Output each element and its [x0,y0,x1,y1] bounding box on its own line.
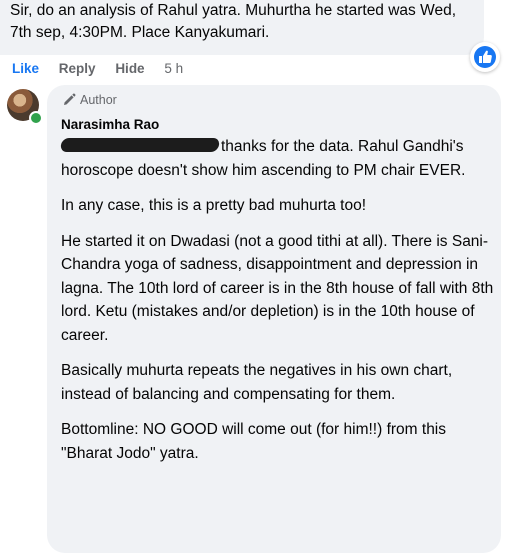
timestamp-link[interactable]: 5 h [164,61,183,76]
parent-comment-bubble: Sir, do an analysis of Rahul yatra. Muhu… [0,0,484,55]
author-name[interactable]: Narasimha Rao [61,117,159,132]
comment-actions: Like Reply Hide 5 h [12,61,199,76]
like-button[interactable]: Like [12,61,39,76]
author-badge: Author [62,93,117,107]
pencil-icon [64,93,76,105]
reply-comment-bubble: Author Narasimha Rao thanks for the data… [47,85,501,553]
thumbs-up-icon [474,46,496,68]
online-status-dot [29,111,43,125]
comment-paragraph: Basically muhurta repeats the negatives … [61,362,453,403]
author-badge-label: Author [80,93,117,107]
redacted-mention [59,138,221,152]
comment-paragraph: Bottomline: NO GOOD will come out (for h… [61,421,447,462]
reaction-badge[interactable] [470,42,500,72]
comment-paragraph: thanks for the data. Rahul Gandhi's horo… [59,135,497,182]
hide-button[interactable]: Hide [115,61,144,76]
comment-body: thanks for the data. Rahul Gandhi's horo… [59,135,497,477]
comment-paragraph: He started it on Dwadasi (not a good tit… [61,232,494,344]
reply-button[interactable]: Reply [59,61,96,76]
parent-comment-text: Sir, do an analysis of Rahul yatra. Muhu… [10,2,457,41]
comment-paragraph: In any case, this is a pretty bad muhurt… [61,197,366,214]
